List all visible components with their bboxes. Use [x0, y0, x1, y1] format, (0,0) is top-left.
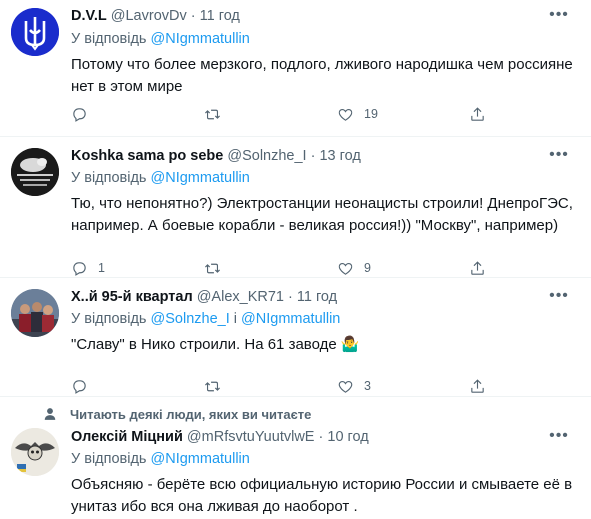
- more-icon[interactable]: •••: [547, 7, 571, 28]
- tweet-actions: 19: [71, 104, 571, 124]
- reply-icon: [73, 379, 86, 394]
- mention-link[interactable]: @NIgmmatullin: [151, 31, 250, 47]
- tweet-header: D.V.L @LavrovDv · 11 год: [71, 8, 240, 28]
- tweet[interactable]: Олексій Міцний @mRfsvtuYuutvlwE · 10 год…: [0, 423, 591, 519]
- reply-button[interactable]: [71, 104, 98, 124]
- like-count: 19: [364, 107, 378, 121]
- like-icon: [338, 108, 353, 121]
- timestamp[interactable]: 10 год: [327, 429, 368, 445]
- divider: [0, 396, 591, 397]
- separator-dot: ·: [310, 148, 316, 164]
- reply-joiner: і: [233, 311, 237, 327]
- reply-icon: [73, 261, 86, 276]
- avatar[interactable]: [11, 8, 59, 56]
- tweet-header: Х..й 95-й квартал @Alex_KR71 · 11 год: [71, 289, 337, 309]
- timestamp[interactable]: 11 год: [297, 289, 337, 305]
- share-button[interactable]: [469, 258, 486, 278]
- tweet[interactable]: Koshka sama po sebe @Solnzhe_I · 13 год …: [0, 137, 591, 278]
- like-button[interactable]: 19: [337, 104, 378, 124]
- reply-prefix: У відповідь: [71, 31, 147, 47]
- like-count: 3: [364, 379, 371, 393]
- reply-context: У відповідь @NIgmmatullin: [71, 31, 250, 51]
- reply-prefix: У відповідь: [71, 311, 147, 327]
- retweet-icon: [205, 109, 220, 119]
- mention-link[interactable]: @NIgmmatullin: [241, 311, 340, 327]
- avatar[interactable]: [11, 289, 59, 337]
- author-handle[interactable]: @mRfsvtuYuutvlwE: [187, 429, 315, 445]
- author-name[interactable]: Koshka sama po sebe: [71, 148, 223, 164]
- tweet-actions: 1 9: [71, 258, 571, 278]
- reply-prefix: У відповідь: [71, 451, 147, 467]
- like-button[interactable]: 9: [337, 258, 371, 278]
- person-icon: [44, 408, 56, 420]
- reply-context: У відповідь @NIgmmatullin: [71, 451, 250, 471]
- retweet-button[interactable]: [204, 258, 231, 278]
- tweet-header: Koshka sama po sebe @Solnzhe_I · 13 год: [71, 148, 361, 168]
- author-name[interactable]: D.V.L: [71, 8, 107, 24]
- author-handle[interactable]: @Solnzhe_I: [227, 148, 306, 164]
- reply-button[interactable]: [71, 376, 98, 396]
- separator-dot: ·: [288, 289, 293, 305]
- timestamp[interactable]: 13 год: [319, 148, 360, 164]
- tweet-text: Потому что более мерзкого, подлого, лжив…: [71, 56, 573, 95]
- retweet-icon: [205, 263, 220, 273]
- share-button[interactable]: [469, 376, 486, 396]
- group-photo-icon: [11, 289, 59, 337]
- avatar[interactable]: [11, 428, 59, 476]
- author-name[interactable]: Х..й 95-й квартал: [71, 289, 193, 305]
- tweet[interactable]: Х..й 95-й квартал @Alex_KR71 · 11 год ••…: [0, 278, 591, 394]
- reply-context: У відповідь @Solnzhe_I і @NIgmmatullin: [71, 311, 340, 331]
- share-icon: [471, 378, 484, 393]
- tweet[interactable]: D.V.L @LavrovDv · 11 год ••• У відповідь…: [0, 0, 591, 128]
- reply-context: У відповідь @NIgmmatullin: [71, 170, 250, 190]
- skull-emblem-icon: [11, 428, 59, 476]
- separator-dot: ·: [318, 429, 324, 445]
- like-count: 9: [364, 261, 371, 275]
- like-icon: [338, 262, 353, 275]
- social-context: Читають деякі люди, яких ви читаєте: [43, 405, 311, 423]
- retweet-button[interactable]: [204, 104, 231, 124]
- avatar[interactable]: [11, 148, 59, 196]
- more-icon[interactable]: •••: [547, 428, 571, 449]
- retweet-icon: [205, 381, 220, 391]
- more-icon[interactable]: •••: [547, 147, 571, 168]
- tweet-text: "Славу" в Нико строили. На 61 заводе 🤷‍♂…: [71, 336, 360, 353]
- share-icon: [471, 260, 484, 275]
- like-icon: [338, 380, 353, 393]
- more-icon[interactable]: •••: [547, 288, 571, 309]
- social-context-text: Читають деякі люди, яких ви читаєте: [70, 406, 312, 422]
- share-button[interactable]: [469, 104, 486, 124]
- tweet-text: Тю, что непонятно?) Электростанции неона…: [71, 195, 573, 234]
- reply-prefix: У відповідь: [71, 170, 147, 186]
- like-button[interactable]: 3: [337, 376, 371, 396]
- retweet-button[interactable]: [204, 376, 231, 396]
- tweet-header: Олексій Міцний @mRfsvtuYuutvlwE · 10 год: [71, 429, 369, 449]
- tweet-text: Объясняю - берёте всю официальную истори…: [71, 476, 573, 515]
- author-handle[interactable]: @Alex_KR71: [197, 289, 284, 305]
- trident-icon: [11, 8, 59, 56]
- mention-link[interactable]: @NIgmmatullin: [151, 451, 250, 467]
- reply-feed: D.V.L @LavrovDv · 11 год ••• У відповідь…: [0, 0, 591, 519]
- timestamp[interactable]: 11 год: [200, 8, 240, 24]
- author-handle[interactable]: @LavrovDv: [111, 8, 187, 24]
- mention-link[interactable]: @Solnzhe_I: [151, 311, 230, 327]
- reply-icon: [73, 107, 86, 122]
- share-icon: [471, 106, 484, 121]
- mention-link[interactable]: @NIgmmatullin: [151, 170, 250, 186]
- tweet-actions: 3: [71, 376, 571, 396]
- separator-dot: ·: [190, 8, 196, 24]
- dog-photo-icon: [11, 148, 59, 196]
- author-name[interactable]: Олексій Міцний: [71, 429, 183, 445]
- reply-count: 1: [98, 261, 105, 275]
- reply-button[interactable]: 1: [71, 258, 105, 278]
